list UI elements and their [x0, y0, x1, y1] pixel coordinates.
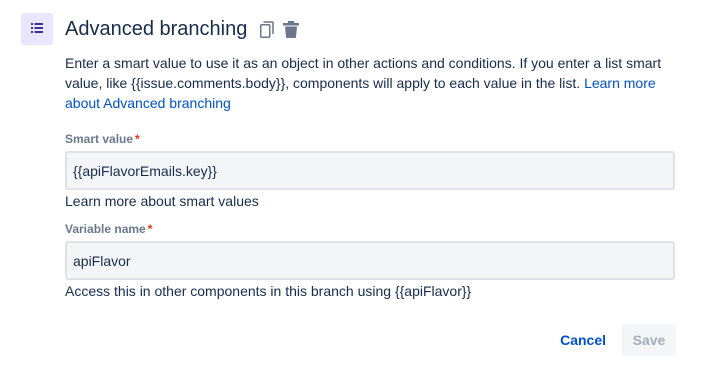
learn-more-smart-values-link[interactable]: Learn more about smart values [65, 191, 259, 211]
component-description: Enter a smart value to use it as an obje… [65, 53, 665, 113]
page-title: Advanced branching [65, 18, 248, 40]
variable-name-label: Variable name * [65, 221, 152, 237]
copy-icon[interactable] [257, 18, 277, 40]
required-marker: * [135, 132, 140, 146]
trash-icon[interactable] [281, 18, 301, 40]
list-icon [31, 20, 43, 38]
smart-value-label: Smart value * [65, 131, 140, 147]
variable-name-helper: Access this in other components in this … [65, 283, 472, 299]
cancel-button[interactable]: Cancel [548, 324, 618, 356]
smart-value-label-text: Smart value [65, 132, 134, 146]
title-actions [257, 18, 301, 40]
branch-icon-container [21, 13, 53, 45]
component-header: Advanced branching [65, 15, 301, 43]
smart-value-input[interactable] [65, 151, 675, 190]
variable-name-input[interactable] [65, 241, 675, 280]
description-text: Enter a smart value to use it as an obje… [65, 55, 662, 91]
required-marker: * [147, 222, 153, 236]
save-button[interactable]: Save [622, 324, 676, 356]
variable-name-label-text: Variable name [65, 222, 146, 236]
form-footer: Cancel Save [548, 324, 676, 356]
